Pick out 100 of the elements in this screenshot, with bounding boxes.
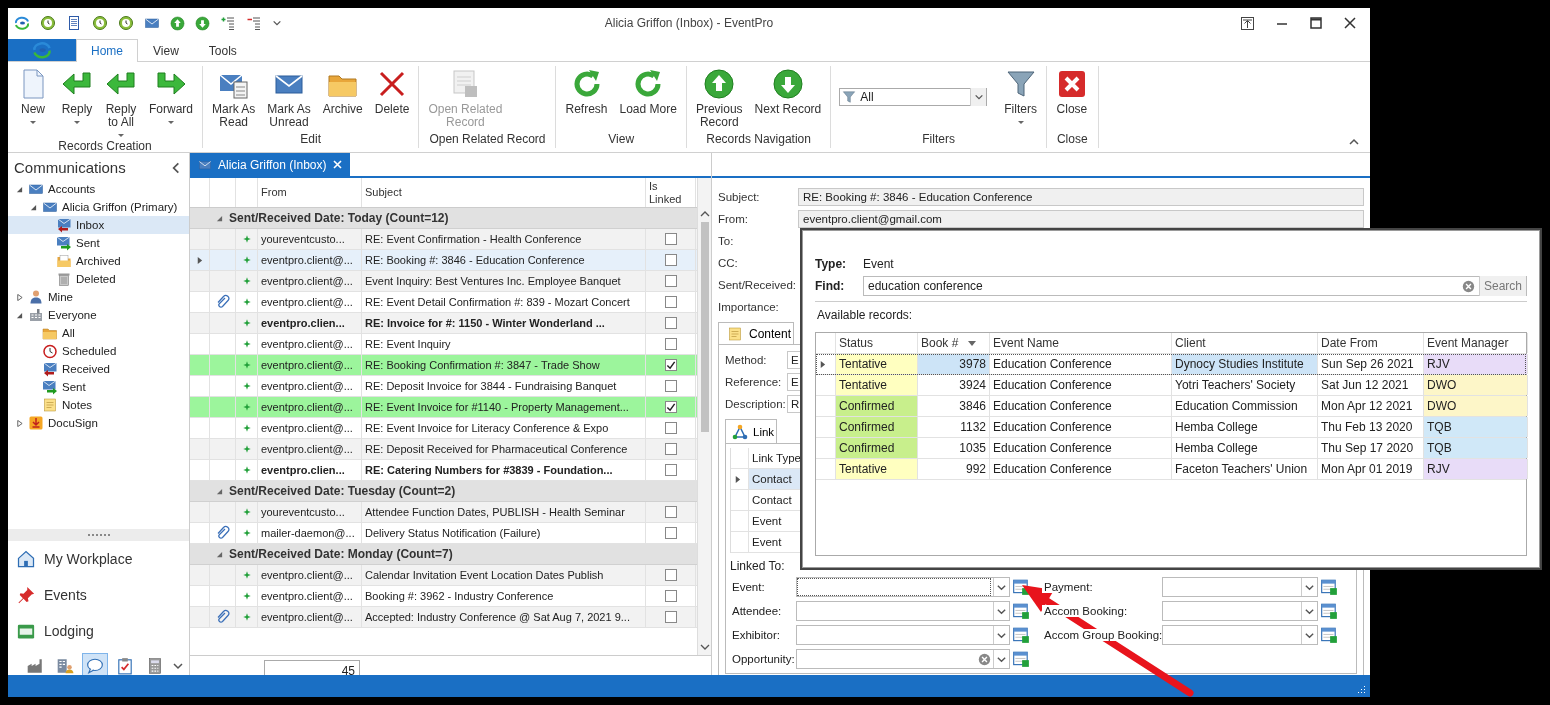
remove-list-icon[interactable] (246, 15, 262, 31)
checkbox[interactable] (664, 254, 677, 266)
search-button[interactable]: Search (1478, 276, 1526, 296)
ribbon-button[interactable]: Archive (317, 66, 368, 118)
table-lookup-icon[interactable] (1012, 626, 1030, 644)
input-field[interactable]: RE: Booking #: 3846 - Education Conference (798, 188, 1364, 206)
table-lookup-icon[interactable] (1320, 626, 1338, 644)
table-lookup-icon[interactable] (1320, 602, 1338, 620)
tree-item[interactable]: Deleted (8, 270, 189, 288)
tree-item[interactable]: Inbox (8, 216, 189, 234)
tree-item[interactable]: DocuSign (8, 414, 189, 432)
tree-item[interactable]: Archived (8, 252, 189, 270)
checkbox[interactable] (664, 590, 677, 602)
email-row[interactable]: youreventcusto... RE: Event Confirmation - Health Conference (190, 229, 697, 250)
document-icon[interactable] (66, 15, 82, 31)
ribbon-button[interactable]: Delete (369, 66, 415, 118)
dropdown-field[interactable] (1162, 577, 1318, 597)
dropdown-field[interactable] (796, 625, 1010, 645)
tree-item[interactable]: Sent (8, 234, 189, 252)
maximize-icon[interactable] (1310, 17, 1322, 29)
dropdown-field[interactable] (796, 577, 1010, 597)
clear-icon[interactable] (1461, 279, 1475, 293)
nav-icon-button[interactable] (82, 653, 108, 675)
email-row[interactable]: eventpro.client@... RE: Booking #: 3846 - Education Conference (190, 250, 697, 271)
table-lookup-icon[interactable] (1012, 578, 1030, 596)
clear-icon[interactable] (978, 652, 991, 666)
ribbon-button[interactable]: Previous Record (690, 66, 748, 131)
dropdown-field[interactable] (796, 601, 1010, 621)
email-row[interactable]: eventpro.clien... RE: Invoice for #: 1150 - Winter Wonderland ... (190, 313, 697, 334)
nav-button[interactable]: Events (8, 577, 189, 613)
table-lookup-icon[interactable] (1012, 650, 1030, 668)
tree-item[interactable]: Scheduled (8, 342, 189, 360)
link-tab[interactable]: Link (725, 419, 777, 443)
more-chevron-icon[interactable] (172, 660, 184, 672)
email-row[interactable]: eventpro.client@... RE: Event Invoice for #1140 - Property Management... (190, 397, 697, 418)
table-lookup-icon[interactable] (1320, 578, 1338, 596)
ribbon-button[interactable]: Mark As Unread (262, 66, 316, 131)
checkbox[interactable] (664, 380, 677, 392)
dropdown-field[interactable] (1162, 601, 1318, 621)
tree-item[interactable]: Everyone (8, 306, 189, 324)
checkbox[interactable] (664, 422, 677, 434)
checkbox[interactable] (664, 443, 677, 455)
ribbon-tab[interactable]: Home (76, 39, 138, 62)
dropdown-field[interactable] (796, 649, 1010, 669)
record-row[interactable]: Tentative 3924 Education Conference Yotri Teachers' Society Sat Jun 12 2021 DWO (816, 375, 1526, 396)
record-row[interactable]: Confirmed 1132 Education Conference Hemba College Thu Feb 13 2020 TQB (816, 417, 1526, 438)
ribbon-button[interactable]: Close (1050, 66, 1093, 118)
content-tab[interactable]: Content (718, 322, 794, 344)
ribbon-button[interactable]: Next Record (749, 66, 827, 118)
ribbon-button[interactable]: Mark As Read (207, 66, 261, 131)
group-header[interactable]: Sent/Received Date: Tuesday (Count=2) (190, 481, 697, 502)
ribbon-tab[interactable]: Tools (193, 39, 252, 61)
dropdown-field[interactable] (1162, 625, 1318, 645)
record-row[interactable]: Tentative 992 Education Conference Faceton Teachers' Union Mon Apr 01 2019 RJV (816, 459, 1526, 480)
email-row[interactable]: youreventcusto... Attendee Function Dates, PUBLISH - Health Seminar (190, 502, 697, 523)
tree-item[interactable]: Received (8, 360, 189, 378)
resize-grip-icon[interactable] (1356, 684, 1366, 694)
checkbox[interactable] (664, 359, 677, 371)
column-header[interactable]: Status (836, 333, 918, 353)
close-icon[interactable] (1344, 17, 1356, 29)
filter-dropdown[interactable]: All (839, 88, 988, 106)
group-header[interactable]: Sent/Received Date: Today (Count=12) (190, 208, 697, 229)
ribbon-button[interactable]: Load More (614, 66, 682, 118)
group-header[interactable]: Sent/Received Date: Monday (Count=7) (190, 544, 697, 565)
tree-item[interactable]: Sent (8, 378, 189, 396)
input-field[interactable]: eventpro.client@gmail.com (798, 210, 1364, 228)
table-lookup-icon[interactable] (1012, 602, 1030, 620)
ribbon-button[interactable]: Forward (144, 66, 198, 126)
tree-item[interactable]: Alicia Griffon (Primary) (8, 198, 189, 216)
ribbon-button[interactable]: Reply (56, 66, 98, 126)
checkbox[interactable] (664, 233, 677, 245)
document-tab[interactable]: Alicia Griffon (Inbox) (190, 153, 350, 176)
scrollbar[interactable] (697, 178, 711, 655)
column-header[interactable]: Event Name (990, 333, 1172, 353)
ribbon-button[interactable]: Filters (999, 66, 1042, 126)
column-header[interactable]: Client (1172, 333, 1318, 353)
checkbox[interactable] (664, 506, 677, 518)
app-logo-icon[interactable] (14, 15, 30, 31)
checkbox[interactable] (664, 611, 677, 623)
tree-item[interactable]: Accounts (8, 180, 189, 198)
checkbox[interactable] (664, 296, 677, 308)
nav-button[interactable]: My Workplace (8, 541, 189, 577)
ribbon-button[interactable]: Reply to All (100, 66, 142, 139)
column-header[interactable]: Subject (362, 178, 646, 207)
ribbon-button[interactable]: New (12, 66, 54, 126)
column-header[interactable]: Event Manager (1424, 333, 1528, 353)
tree-item[interactable]: All (8, 324, 189, 342)
column-header[interactable]: Date From (1318, 333, 1424, 353)
checkbox[interactable] (664, 317, 677, 329)
ribbon-button[interactable]: Refresh (560, 66, 613, 118)
column-header[interactable]: From (258, 178, 362, 207)
column-header[interactable]: Is Linked (646, 178, 696, 207)
tree-item[interactable]: Mine (8, 288, 189, 306)
column-header[interactable]: Book # (918, 333, 990, 353)
nav-button[interactable]: Lodging (8, 613, 189, 649)
ribbon-tab[interactable]: View (138, 39, 194, 61)
pin-window-icon[interactable] (1241, 16, 1254, 30)
email-row[interactable]: eventpro.client@... Event Inquiry: Best Ventures Inc. Employee Banquet (190, 271, 697, 292)
tree-item[interactable]: Notes (8, 396, 189, 414)
chevron-down-icon[interactable] (699, 643, 710, 651)
